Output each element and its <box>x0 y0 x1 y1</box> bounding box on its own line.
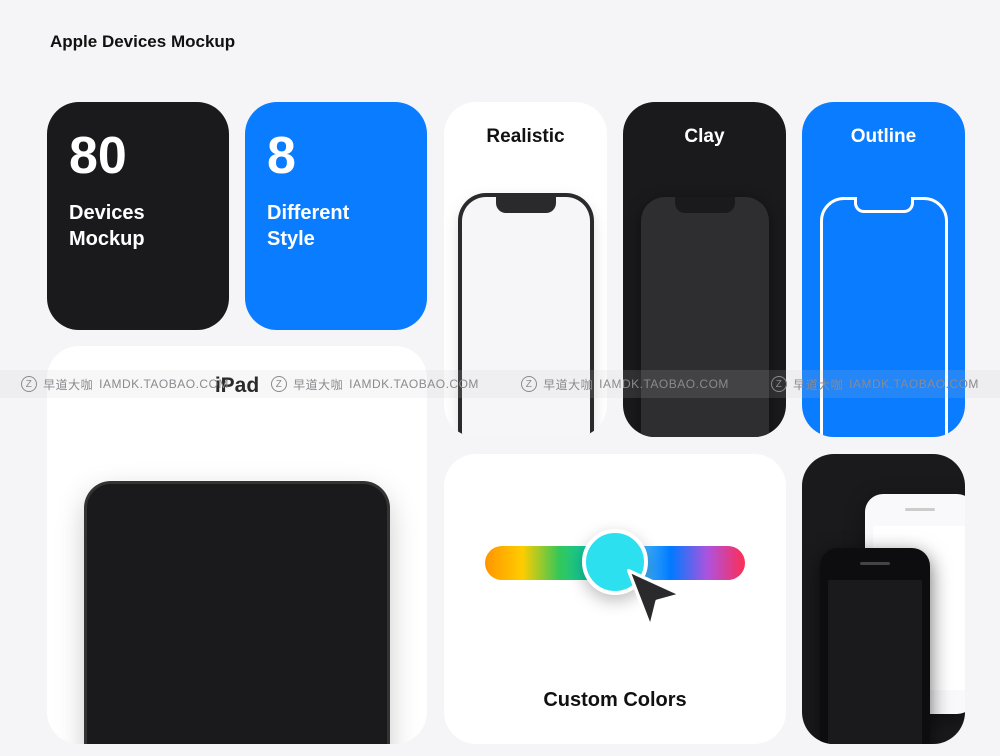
ipad-icon <box>87 484 387 744</box>
stat-number-80: 80 <box>69 130 207 182</box>
stat-label-line2: Mockup <box>69 226 207 252</box>
phone-notch-icon <box>496 197 556 213</box>
phone-clay-icon <box>641 197 769 437</box>
card-clay: Clay <box>623 102 786 437</box>
card-custom-colors: Custom Colors <box>444 454 786 744</box>
stat-label-line2: Style <box>267 226 405 252</box>
stat-label-line1: Devices <box>69 200 207 226</box>
phone-realistic-icon <box>462 197 590 437</box>
phone-notch-icon <box>854 197 914 213</box>
card-outline: Outline <box>802 102 965 437</box>
phone-notch-icon <box>675 197 735 213</box>
card-label: iPad <box>47 374 427 398</box>
card-label: Outline <box>802 126 965 148</box>
card-80-devices: 80 Devices Mockup <box>47 102 229 330</box>
stat-label-line1: Different <box>267 200 405 226</box>
watermark-badge-icon: Z <box>21 376 37 392</box>
phone-black-icon <box>820 548 930 744</box>
page-title: Apple Devices Mockup <box>50 32 235 52</box>
card-label: Custom Colors <box>444 689 786 712</box>
card-realistic: Realistic <box>444 102 607 437</box>
card-ipad: iPad <box>47 346 427 744</box>
card-label: Realistic <box>444 126 607 148</box>
stat-number-8: 8 <box>267 130 405 182</box>
card-label: Clay <box>623 126 786 148</box>
phone-outline-icon <box>820 197 948 437</box>
card-phone-variants <box>802 454 965 744</box>
card-8-styles: 8 Different Style <box>245 102 427 330</box>
